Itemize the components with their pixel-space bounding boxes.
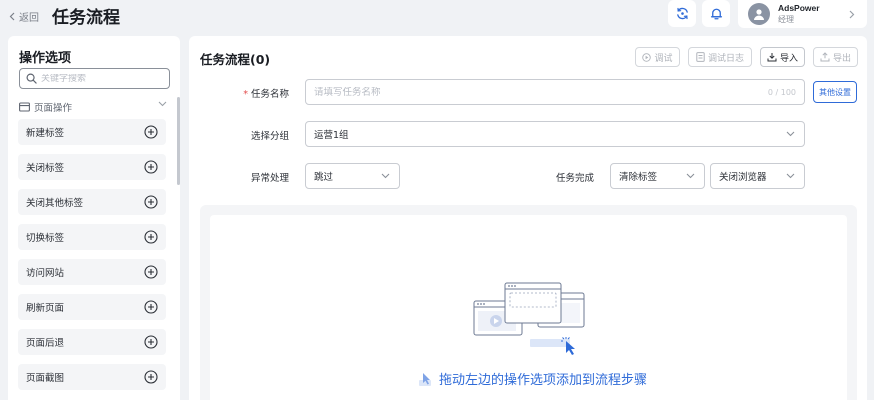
chevron-down-icon — [786, 173, 795, 179]
avatar — [748, 3, 770, 25]
drag-hint: 拖动左边的操作选项添加到流程步骤 — [418, 369, 647, 388]
op-label: 关闭标签 — [26, 163, 65, 174]
operation-list: 新建标签 关闭标签 关闭其他标签 切换标签 访问网站 刷新页面 页面后退 页面截… — [18, 119, 166, 399]
debug-log-label: 调试日志 — [707, 53, 744, 64]
group-label: 页面操作 — [34, 103, 73, 114]
empty-illustration — [462, 267, 592, 357]
debug-log-button[interactable]: 调试日志 — [688, 47, 752, 67]
op-new-tab[interactable]: 新建标签 — [18, 119, 166, 145]
sync-icon — [675, 6, 690, 21]
add-icon[interactable] — [144, 335, 158, 349]
user-name: AdsPower — [778, 3, 820, 13]
debug-button[interactable]: 调试 — [635, 47, 680, 67]
op-label: 访问网站 — [26, 268, 65, 279]
search-input[interactable] — [41, 73, 161, 84]
chevron-right-icon — [849, 10, 855, 19]
group-label: 选择分组 — [250, 131, 289, 142]
complete-value-1: 清除标签 — [619, 172, 658, 183]
import-button[interactable]: 导入 — [760, 47, 805, 67]
back-label: 返回 — [19, 13, 39, 24]
exception-value: 跳过 — [314, 172, 334, 183]
op-refresh-page[interactable]: 刷新页面 — [18, 294, 166, 320]
op-label: 切换标签 — [26, 233, 65, 244]
sync-button[interactable] — [668, 0, 696, 27]
add-icon[interactable] — [144, 125, 158, 139]
import-icon — [767, 52, 777, 62]
flow-drop-area[interactable]: 拖动左边的操作选项添加到流程步骤 — [210, 215, 847, 400]
complete-value-2: 关闭浏览器 — [719, 172, 767, 183]
op-page-back[interactable]: 页面后退 — [18, 329, 166, 355]
char-counter: 0 / 100 — [767, 87, 796, 97]
chevron-down-icon — [786, 131, 795, 137]
op-label: 页面后退 — [26, 338, 65, 349]
chevron-down-icon — [158, 101, 167, 107]
add-icon[interactable] — [144, 370, 158, 384]
exception-label: 异常处理 — [250, 173, 289, 184]
debug-icon — [642, 52, 652, 62]
group-page-operations[interactable]: 页面操作 — [19, 100, 167, 114]
complete-select-2[interactable]: 关闭浏览器 — [710, 163, 805, 189]
panel-heading: 操作选项 — [19, 51, 72, 66]
notification-button[interactable] — [702, 0, 730, 27]
export-icon — [820, 52, 830, 62]
task-name-input[interactable] — [314, 86, 768, 98]
add-icon[interactable] — [144, 265, 158, 279]
chevron-left-icon — [9, 12, 15, 21]
op-label: 关闭其他标签 — [26, 198, 84, 209]
add-icon[interactable] — [144, 195, 158, 209]
export-button[interactable]: 导出 — [813, 47, 858, 67]
log-icon — [696, 52, 705, 62]
complete-select-1[interactable]: 清除标签 — [610, 163, 705, 189]
user-menu[interactable]: AdsPower 经理 — [738, 0, 867, 28]
scrollbar[interactable] — [177, 97, 180, 185]
bell-icon — [709, 6, 724, 21]
search-box[interactable] — [19, 68, 170, 89]
flow-canvas-frame: 拖动左边的操作选项添加到流程步骤 — [200, 205, 857, 400]
group-value: 运营1组 — [314, 130, 349, 141]
browser-icon — [19, 102, 30, 112]
required-mark: * — [243, 89, 248, 100]
exception-select[interactable]: 跳过 — [305, 163, 400, 189]
back-link[interactable]: 返回 — [9, 9, 39, 24]
task-name-label-text: 任务名称 — [250, 89, 289, 100]
cursor-icon — [418, 371, 434, 387]
user-role: 经理 — [778, 15, 794, 24]
operations-panel: 操作选项 页面操作 新建标签 关闭标签 关闭其他标签 切换标签 — [8, 36, 180, 400]
export-label: 导出 — [832, 53, 851, 64]
op-label: 页面截图 — [26, 373, 65, 384]
add-icon[interactable] — [144, 300, 158, 314]
op-close-other-tabs[interactable]: 关闭其他标签 — [18, 189, 166, 215]
hint-text: 拖动左边的操作选项添加到流程步骤 — [439, 373, 648, 388]
task-name-label: * 任务名称 — [229, 86, 289, 100]
task-name-field[interactable]: 0 / 100 — [305, 79, 805, 105]
add-icon[interactable] — [144, 160, 158, 174]
op-screenshot[interactable]: 页面截图 — [18, 364, 166, 390]
chevron-down-icon — [686, 173, 695, 179]
page-title: 任务流程 — [52, 8, 120, 28]
complete-label: 任务完成 — [555, 173, 594, 184]
task-flow-panel: 任务流程(0) 调试 调试日志 导入 导出 * 任务名称 0 / 100 其他设… — [189, 36, 867, 400]
search-icon — [26, 73, 37, 84]
op-label: 刷新页面 — [26, 303, 65, 314]
add-icon[interactable] — [144, 230, 158, 244]
debug-label: 调试 — [654, 53, 673, 64]
panel-title: 任务流程(0) — [200, 52, 271, 67]
op-close-tab[interactable]: 关闭标签 — [18, 154, 166, 180]
group-select[interactable]: 运营1组 — [305, 121, 805, 147]
import-label: 导入 — [779, 53, 798, 64]
other-settings-button[interactable]: 其他设置 — [813, 81, 857, 103]
op-visit-website[interactable]: 访问网站 — [18, 259, 166, 285]
op-label: 新建标签 — [26, 128, 65, 139]
op-switch-tab[interactable]: 切换标签 — [18, 224, 166, 250]
chevron-down-icon — [381, 173, 390, 179]
